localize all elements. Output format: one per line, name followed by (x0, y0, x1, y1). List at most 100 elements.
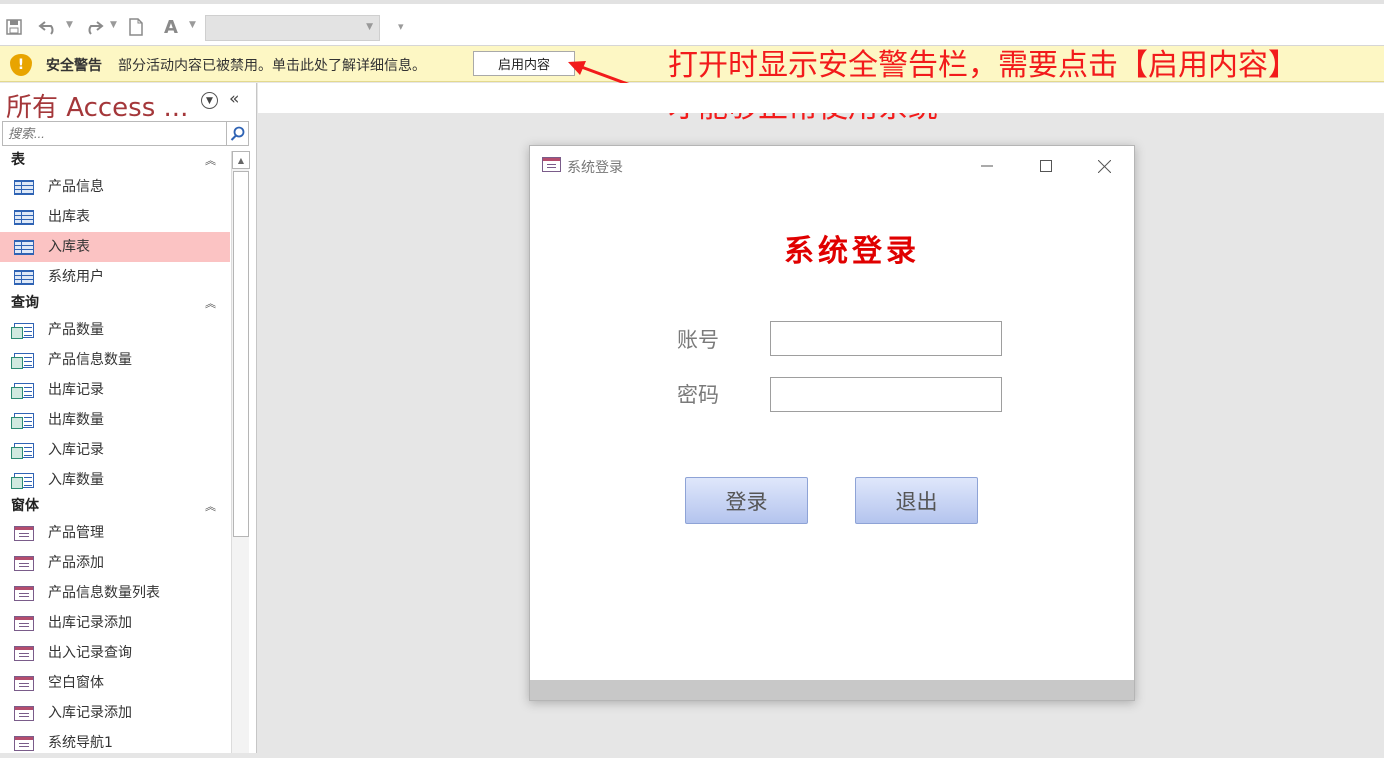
item-label: 产品添加 (48, 555, 104, 571)
new-document-icon[interactable] (128, 16, 144, 38)
form-icon (14, 736, 34, 751)
item-label: 系统导航1 (48, 735, 113, 751)
group-label: 窗体 (11, 498, 39, 514)
nav-group-queries[interactable]: 查询 ︽ (0, 292, 230, 315)
query-icon (11, 413, 34, 429)
security-warning-title: 安全警告 (46, 58, 102, 74)
quick-access-toolbar: ▼ ▼ A ▼ ▼ ▾ (0, 0, 1384, 46)
document-tab-strip (258, 83, 1384, 113)
collapse-group-icon[interactable]: ︽ (205, 495, 216, 518)
query-icon (11, 443, 34, 459)
redo-icon[interactable] (82, 16, 104, 38)
exit-button[interactable]: 退出 (855, 477, 978, 524)
font-color-icon[interactable]: A (164, 16, 178, 38)
item-label: 出库记录添加 (48, 615, 132, 631)
item-label: 入库记录 (48, 442, 104, 458)
login-heading: 系统登录 (784, 234, 920, 269)
undo-icon[interactable] (38, 16, 60, 38)
item-label: 出库记录 (48, 382, 104, 398)
item-label: 入库记录添加 (48, 705, 132, 721)
nav-scrollbar[interactable]: ▲ (231, 151, 250, 753)
nav-menu-dropdown-icon[interactable]: ▼ (201, 92, 218, 109)
navigation-pane: 所有 Access ... ▼ « 表 ︽ 产品信息 出库表 入库表 系统用户 … (0, 83, 257, 753)
nav-item-form[interactable]: 产品添加 (0, 548, 230, 578)
nav-item-query[interactable]: 出库记录 (0, 375, 230, 405)
table-icon (14, 180, 34, 195)
annotation-line-1: 打开时显示安全警告栏，需要点击【启用内容】 (668, 48, 1298, 83)
search-icon[interactable] (227, 121, 249, 146)
nav-item-query[interactable]: 入库数量 (0, 465, 230, 495)
nav-pane-header[interactable]: 所有 Access ... (6, 87, 188, 124)
account-input[interactable] (770, 321, 1002, 356)
collapse-group-icon[interactable]: ︽ (205, 292, 216, 315)
login-dialog: 系统登录 系统登录 账号 密码 登录 退出 (529, 145, 1135, 701)
item-label: 产品信息数量列表 (48, 585, 160, 601)
minimize-icon[interactable] (972, 155, 1002, 177)
query-icon (11, 323, 34, 339)
table-icon (14, 270, 34, 285)
login-button[interactable]: 登录 (685, 477, 808, 524)
table-icon (14, 240, 34, 255)
scrollbar-thumb[interactable] (233, 171, 249, 537)
group-label: 表 (11, 152, 25, 168)
nav-item-form[interactable]: 空白窗体 (0, 668, 230, 698)
item-label: 出库数量 (48, 412, 104, 428)
form-icon (14, 646, 34, 661)
collapse-pane-icon[interactable]: « (229, 89, 239, 109)
query-icon (11, 383, 34, 399)
scroll-up-icon[interactable]: ▲ (232, 151, 250, 169)
nav-item-table[interactable]: 产品信息 (0, 172, 230, 202)
nav-item-form[interactable]: 入库记录添加 (0, 698, 230, 728)
maximize-icon[interactable] (1031, 155, 1061, 177)
item-label: 出入记录查询 (48, 645, 132, 661)
collapse-group-icon[interactable]: ︽ (205, 149, 216, 172)
item-label: 产品管理 (48, 525, 104, 541)
password-input[interactable] (770, 377, 1002, 412)
item-label: 系统用户 (48, 269, 104, 285)
query-icon (11, 353, 34, 369)
nav-group-tables[interactable]: 表 ︽ (0, 149, 230, 172)
nav-search-input[interactable] (2, 121, 227, 146)
item-label: 产品数量 (48, 322, 104, 338)
nav-item-query[interactable]: 出库数量 (0, 405, 230, 435)
nav-object-list: 表 ︽ 产品信息 出库表 入库表 系统用户 查询 ︽ 产品数量 产品信息数量 出… (0, 149, 230, 758)
close-icon[interactable] (1089, 155, 1119, 177)
nav-item-table-selected[interactable]: 入库表 (0, 232, 230, 262)
nav-item-query[interactable]: 产品信息数量 (0, 345, 230, 375)
item-label: 入库表 (48, 239, 90, 255)
item-label: 产品信息 (48, 179, 104, 195)
nav-group-forms[interactable]: 窗体 ︽ (0, 495, 230, 518)
redo-dropdown-icon[interactable]: ▼ (110, 20, 117, 30)
nav-item-query[interactable]: 入库记录 (0, 435, 230, 465)
form-icon (542, 157, 561, 172)
form-icon (14, 706, 34, 721)
account-label: 账号 (677, 328, 719, 352)
save-icon[interactable] (6, 16, 22, 38)
undo-dropdown-icon[interactable]: ▼ (66, 20, 73, 30)
group-label: 查询 (11, 295, 39, 311)
form-icon (14, 676, 34, 691)
warning-shield-icon: ! (10, 54, 32, 76)
nav-item-query[interactable]: 产品数量 (0, 315, 230, 345)
security-warning-message[interactable]: 部分活动内容已被禁用。单击此处了解详细信息。 (118, 55, 426, 75)
dialog-title: 系统登录 (567, 160, 623, 176)
font-name-combo[interactable]: ▼ (205, 15, 380, 41)
customize-toolbar-icon[interactable]: ▾ (398, 20, 404, 33)
item-label: 产品信息数量 (48, 352, 132, 368)
nav-item-form[interactable]: 产品管理 (0, 518, 230, 548)
nav-item-form[interactable]: 出入记录查询 (0, 638, 230, 668)
nav-item-form[interactable]: 产品信息数量列表 (0, 578, 230, 608)
item-label: 入库数量 (48, 472, 104, 488)
item-label: 出库表 (48, 209, 90, 225)
font-color-dropdown-icon[interactable]: ▼ (189, 20, 196, 30)
table-icon (14, 210, 34, 225)
dialog-titlebar[interactable]: 系统登录 (530, 146, 1134, 184)
nav-item-form[interactable]: 出库记录添加 (0, 608, 230, 638)
query-icon (11, 473, 34, 489)
nav-item-form[interactable]: 系统导航1 (0, 728, 230, 758)
nav-item-table[interactable]: 出库表 (0, 202, 230, 232)
form-icon (14, 586, 34, 601)
form-icon (14, 526, 34, 541)
nav-item-table[interactable]: 系统用户 (0, 262, 230, 292)
item-label: 空白窗体 (48, 675, 104, 691)
